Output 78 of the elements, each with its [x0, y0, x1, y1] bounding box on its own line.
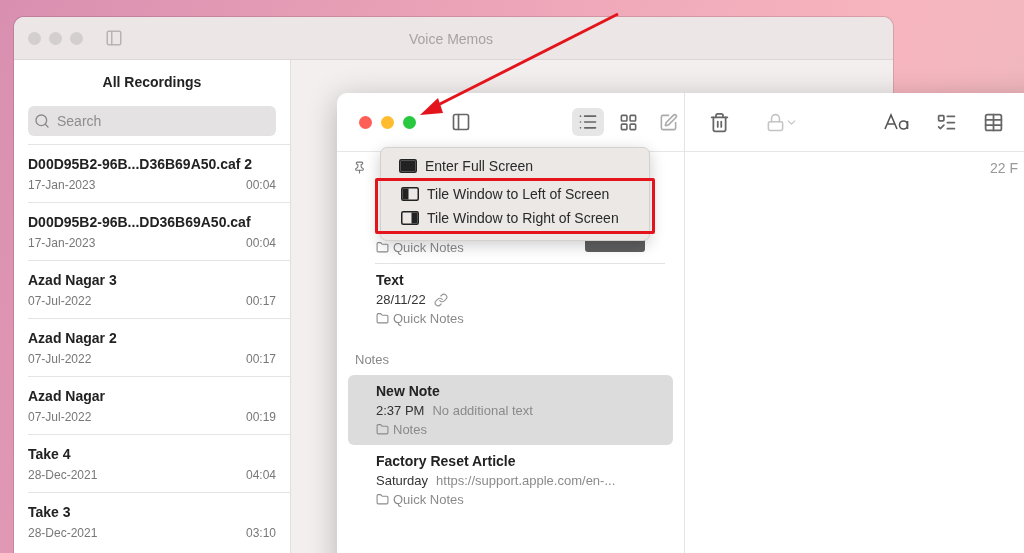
recording-date: 28-Dec-2021 — [28, 467, 98, 482]
folder-icon — [376, 312, 389, 325]
note-folder: Quick Notes — [393, 492, 464, 507]
lock-icon — [766, 112, 785, 132]
recording-date: 17-Jan-2023 — [28, 235, 96, 250]
note-item[interactable]: Factory Reset Article Saturday https://support.apple.com/en-... Quick Notes — [348, 445, 673, 515]
trash-icon — [709, 111, 730, 133]
recording-item[interactable]: Azad Nagar 2 07-Jul-2022 00:17 — [28, 318, 290, 376]
folder-icon — [376, 241, 389, 254]
recording-date: 07-Jul-2022 — [28, 409, 92, 424]
link-icon — [433, 292, 448, 307]
menu-item[interactable]: Enter Full Screen — [381, 154, 649, 178]
note-title: New Note — [376, 383, 441, 399]
recording-item[interactable]: Azad Nagar 07-Jul-2022 00:19 — [28, 376, 290, 434]
note-title: Factory Reset Article — [376, 453, 517, 469]
folder-icon — [376, 493, 389, 506]
zoom-button[interactable] — [403, 115, 416, 129]
window-title: Voice Memos — [409, 31, 494, 47]
note-date: 2:37 PM — [376, 403, 425, 418]
note-preview: https://support.apple.com/en-... — [436, 473, 616, 488]
window-layout-icon — [401, 211, 419, 225]
close-button[interactable] — [359, 115, 372, 129]
recording-date: 07-Jul-2022 — [28, 293, 92, 308]
recording-date: 28-Dec-2021 — [28, 525, 98, 540]
pin-icon — [353, 160, 366, 174]
note-folder: Notes — [393, 422, 427, 437]
recording-duration: 03:10 — [245, 525, 276, 540]
menu-item[interactable]: Tile Window to Right of Screen — [383, 206, 647, 230]
note-folder: Quick Notes — [393, 311, 464, 326]
note-date: Saturday — [376, 473, 429, 488]
list-icon — [578, 112, 598, 132]
sidebar-icon — [451, 112, 471, 132]
compose-icon — [659, 112, 678, 132]
recording-date: 07-Jul-2022 — [28, 351, 92, 366]
recording-name: Take 4 — [28, 445, 72, 462]
note-preview: No additional text — [432, 403, 533, 418]
recording-name: Azad Nagar 2 — [28, 329, 118, 346]
recording-item[interactable]: D00D95B2-96B...D36B69A50.caf 2 17-Jan-2023 00:04 — [28, 144, 290, 202]
table-icon — [983, 111, 1004, 133]
note-date: 28/11/22 — [376, 292, 426, 307]
recording-item[interactable]: Azad Nagar 3 07-Jul-2022 00:17 — [28, 260, 290, 318]
window-layout-icon — [401, 187, 419, 201]
recording-duration: 04:04 — [245, 467, 276, 482]
recording-item[interactable]: Take 3 28-Dec-2021 03:10 — [28, 492, 290, 550]
note-item[interactable]: New Note 2:37 PM No additional text Notes — [348, 375, 673, 445]
folder-icon — [376, 423, 389, 436]
list-view-button[interactable] — [572, 108, 604, 136]
recording-duration: 00:17 — [245, 351, 276, 366]
recording-item[interactable]: D00D95B2-96B...DD36B69A50.caf 17-Jan-2023 00:04 — [28, 202, 290, 260]
menu-item-label: Tile Window to Left of Screen — [427, 186, 610, 202]
recording-duration: 00:04 — [245, 177, 276, 192]
recording-name: Take 3 — [28, 503, 72, 520]
search-input[interactable]: Search — [55, 112, 259, 130]
note-date: 22 F — [989, 159, 1019, 176]
note-item[interactable]: Text 28/11/22 Quick Notes — [348, 264, 673, 334]
menu-item[interactable]: Tile Window to Left of Screen — [383, 182, 647, 206]
grid-icon — [619, 112, 638, 132]
minimize-button[interactable] — [381, 115, 394, 129]
recording-duration: 00:19 — [245, 409, 276, 424]
sidebar-icon[interactable] — [105, 29, 123, 47]
recording-name: Azad Nagar 3 — [28, 271, 118, 288]
search-icon — [34, 113, 50, 129]
text-format-icon — [884, 113, 910, 131]
sidebar-heading: All Recordings — [101, 73, 203, 92]
note-title: Text — [376, 272, 405, 288]
menu-item-label: Tile Window to Right of Screen — [427, 210, 619, 226]
recording-duration: 00:17 — [245, 293, 276, 308]
recording-date: 17-Jan-2023 — [28, 177, 96, 192]
recording-name: Azad Nagar — [28, 387, 107, 404]
recording-duration: 00:04 — [245, 235, 276, 250]
recording-name: D00D95B2-96B...DD36B69A50.caf — [28, 213, 252, 230]
recording-name: D00D95B2-96B...D36B69A50.caf 2 — [28, 155, 254, 172]
recording-item[interactable]: Take 4 28-Dec-2021 04:04 — [28, 434, 290, 492]
note-folder: Quick Notes — [393, 240, 464, 255]
search-field[interactable]: Search — [28, 106, 276, 136]
window-layout-icon — [399, 159, 417, 173]
menu-item-label: Enter Full Screen — [425, 158, 534, 174]
section-heading: Notes — [354, 351, 390, 369]
